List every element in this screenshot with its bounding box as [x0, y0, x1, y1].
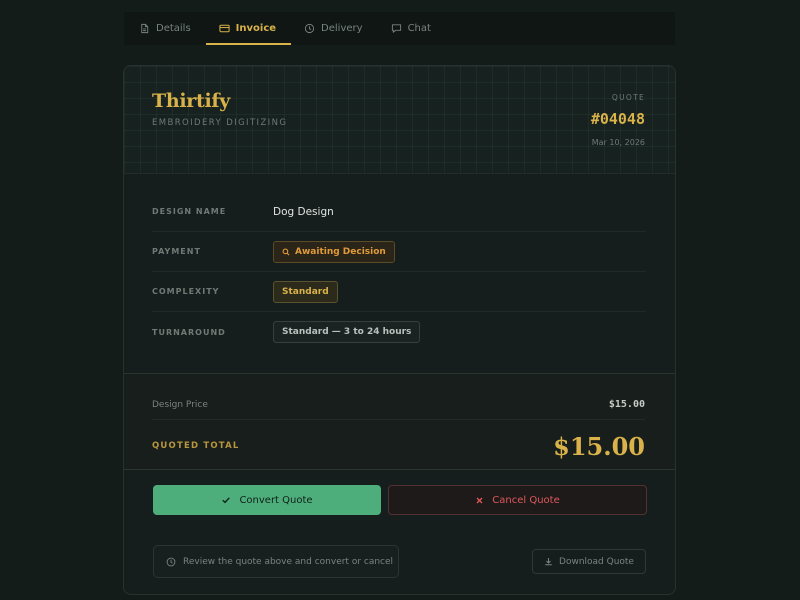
pricing-section: Design Price $15.00 QUOTED TOTAL $15.00	[124, 373, 675, 470]
tab-chat[interactable]: Chat	[378, 12, 446, 45]
card-icon	[219, 23, 230, 34]
clock-icon	[304, 23, 315, 34]
design-price-row: Design Price $15.00	[152, 390, 645, 420]
download-quote-label: Download Quote	[559, 556, 634, 567]
invoice-header: Thirtify EMBROIDERY DIGITIZING QUOTE #04…	[124, 66, 675, 174]
payment-status-text: Awaiting Decision	[295, 246, 386, 257]
clock-icon	[166, 557, 176, 567]
convert-quote-button[interactable]: Convert Quote	[153, 485, 381, 515]
download-icon	[544, 557, 553, 566]
payment-status-badge: Awaiting Decision	[273, 240, 395, 263]
tab-invoice[interactable]: Invoice	[205, 12, 292, 45]
search-icon	[282, 248, 290, 256]
turnaround-label: TURNAROUND	[152, 327, 226, 337]
chat-icon	[391, 23, 402, 34]
cancel-quote-label: Cancel Quote	[492, 494, 560, 506]
design-price-label: Design Price	[152, 399, 208, 410]
details-list: DESIGN NAME Dog Design PAYMENT Awaiting …	[152, 192, 646, 352]
design-name-row: DESIGN NAME Dog Design	[152, 192, 646, 232]
quote-label: QUOTE	[611, 93, 645, 102]
close-icon	[475, 496, 484, 505]
turnaround-badge: Standard — 3 to 24 hours	[273, 321, 421, 343]
download-quote-button[interactable]: Download Quote	[532, 549, 646, 574]
invoice-card: Thirtify EMBROIDERY DIGITIZING QUOTE #04…	[123, 65, 676, 595]
document-icon	[139, 23, 150, 34]
turnaround-row: TURNAROUND Standard — 3 to 24 hours	[152, 312, 646, 352]
review-hint-text: Review the quote above and convert or ca…	[183, 556, 394, 567]
tab-details[interactable]: Details	[126, 12, 206, 45]
tab-delivery-label: Delivery	[321, 23, 363, 34]
tab-bar: Details Invoice Delivery Chat	[124, 12, 675, 45]
tab-chat-label: Chat	[407, 23, 431, 34]
brand-name: Thirtify	[152, 90, 230, 112]
quoted-total-value: $15.00	[553, 431, 645, 461]
payment-row: PAYMENT Awaiting Decision	[152, 232, 646, 272]
design-name-label: DESIGN NAME	[152, 207, 227, 216]
tab-delivery[interactable]: Delivery	[291, 12, 378, 45]
review-hint: Review the quote above and convert or ca…	[153, 545, 399, 578]
tab-invoice-label: Invoice	[235, 23, 277, 34]
check-icon	[221, 495, 231, 505]
quoted-total-row: QUOTED TOTAL $15.00	[152, 426, 645, 466]
design-price-value: $15.00	[608, 399, 645, 410]
cancel-quote-button[interactable]: Cancel Quote	[388, 485, 647, 515]
quoted-total-label: QUOTED TOTAL	[152, 441, 240, 451]
complexity-label: COMPLEXITY	[152, 287, 220, 296]
tab-details-label: Details	[156, 23, 191, 34]
complexity-row: COMPLEXITY Standard	[152, 272, 646, 312]
quote-date: Mar 10, 2026	[591, 138, 645, 147]
complexity-badge: Standard	[273, 280, 338, 303]
quote-number: #04048	[590, 110, 645, 128]
brand-subtitle: EMBROIDERY DIGITIZING	[152, 118, 288, 128]
design-name-value: Dog Design	[273, 205, 334, 218]
convert-quote-label: Convert Quote	[239, 494, 313, 506]
payment-label: PAYMENT	[152, 247, 201, 256]
